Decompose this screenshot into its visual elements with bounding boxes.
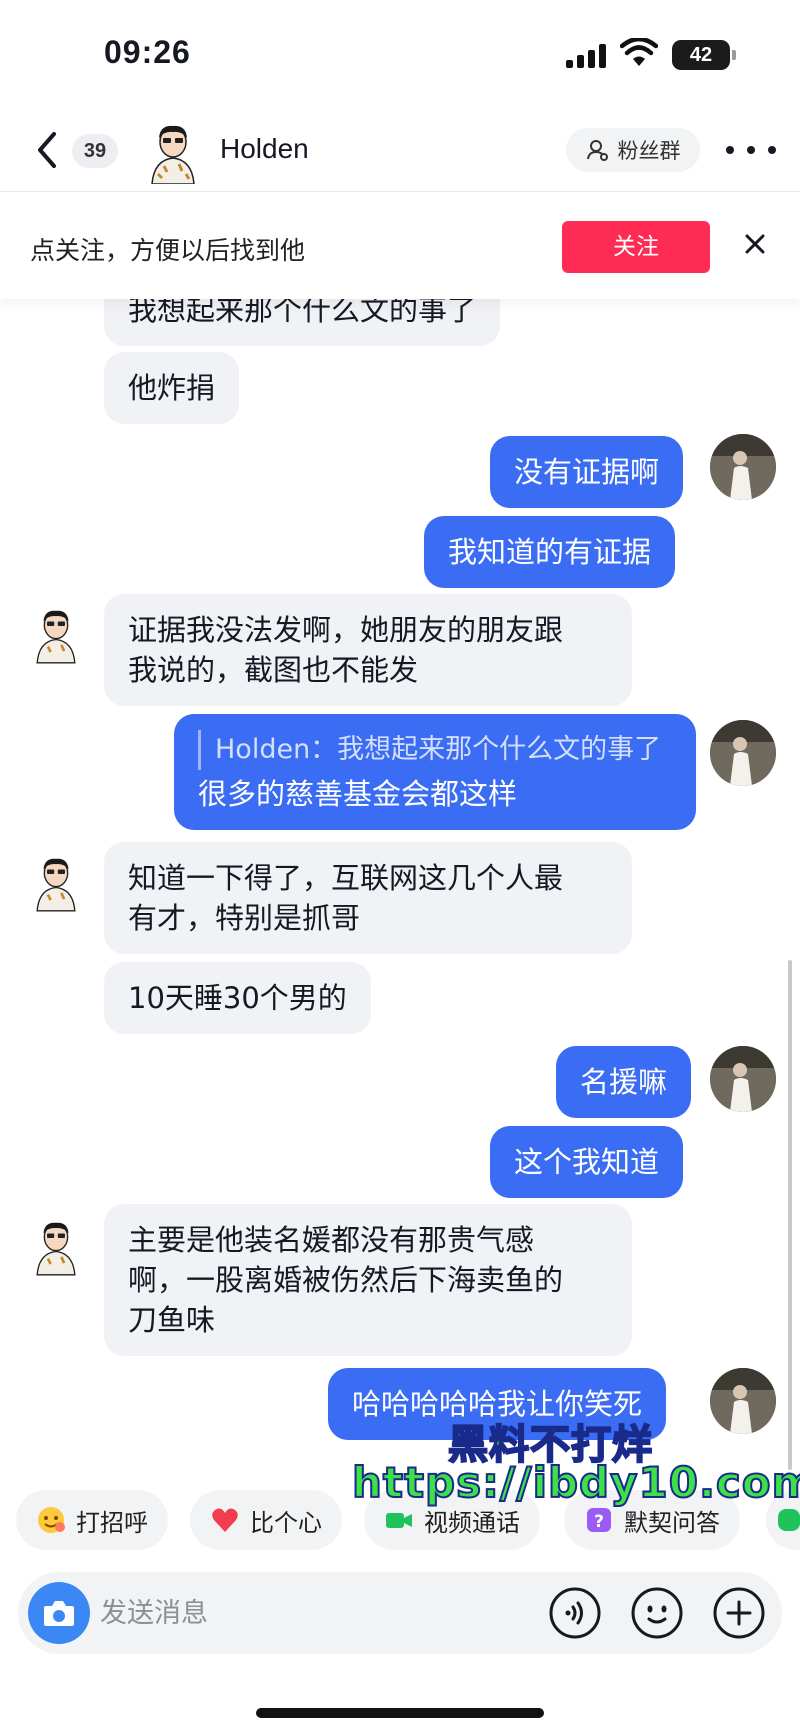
contact-avatar[interactable] (144, 122, 202, 184)
contact-avatar[interactable] (30, 604, 82, 666)
camera-icon (44, 1601, 74, 1626)
message-line: 刀鱼味 (128, 1303, 216, 1337)
incoming-message[interactable]: 知道一下得了，互联网这几个人最 有才，特别是抓哥 (104, 842, 632, 954)
home-indicator[interactable] (256, 1708, 544, 1718)
follow-banner: 点关注，方便以后找到他 关注 (0, 193, 800, 299)
contact-avatar[interactable] (30, 1216, 82, 1278)
camera-button[interactable] (28, 1582, 90, 1644)
outgoing-message[interactable]: Holden：我想起来那个什么文的事了 很多的慈善基金会都这样 (174, 714, 696, 830)
quoted-message[interactable]: Holden：我想起来那个什么文的事了 (198, 730, 672, 770)
chat-header: 39 Holden 粉丝群 (0, 110, 800, 192)
emoji-icon[interactable] (630, 1586, 684, 1640)
person-photo-icon (710, 720, 776, 786)
contact-avatar[interactable] (30, 852, 82, 914)
green-chat-icon (778, 1509, 800, 1531)
follow-button[interactable]: 关注 (562, 221, 710, 273)
message-line: 主要是他装名媛都没有那贵气感 (128, 1223, 535, 1257)
more-options-icon[interactable] (726, 132, 776, 168)
unread-count-badge[interactable]: 39 (72, 134, 118, 168)
quiz-icon: ? (587, 1508, 611, 1532)
close-icon[interactable] (740, 229, 770, 259)
voice-message-icon[interactable] (548, 1586, 602, 1640)
message-composer (18, 1572, 782, 1654)
add-icon[interactable] (712, 1586, 766, 1640)
group-icon (586, 140, 608, 161)
wifi-icon (620, 38, 658, 66)
message-line: 有才，特别是抓哥 (128, 901, 361, 935)
quick-reply-greet[interactable]: 打招呼 (16, 1490, 168, 1550)
cellular-signal-icon (566, 44, 608, 68)
incoming-message[interactable]: 证据我没法发啊，她朋友的朋友跟 我说的，截图也不能发 (104, 594, 632, 706)
outgoing-message[interactable]: 我知道的有证据 (424, 516, 676, 588)
battery-cap (732, 50, 736, 60)
incoming-message[interactable]: 主要是他装名媛都没有那贵气感 啊，一股离婚被伤然后下海卖鱼的 刀鱼味 (104, 1204, 632, 1356)
video-call-icon (386, 1513, 412, 1528)
message-line: 证据我没法发啊，她朋友的朋友跟 (128, 613, 564, 647)
outgoing-message[interactable]: 这个我知道 (490, 1126, 684, 1198)
follow-prompt-text: 点关注，方便以后找到他 (30, 236, 306, 265)
person-photo-icon (710, 1046, 776, 1112)
scrollbar[interactable] (788, 960, 792, 1470)
fans-group-button[interactable]: 粉丝群 (566, 128, 700, 172)
back-arrow-icon[interactable] (28, 128, 68, 172)
person-photo-icon (710, 434, 776, 500)
incoming-message[interactable]: 10天睡30个男的 (104, 962, 371, 1034)
quick-reply-label: 比个心 (250, 1508, 322, 1537)
quick-reply-heart[interactable]: 比个心 (190, 1490, 342, 1550)
message-line: 我说的，截图也不能发 (128, 653, 419, 687)
message-line: 知道一下得了，互联网这几个人最 (128, 861, 564, 895)
outgoing-message[interactable]: 名援嘛 (556, 1046, 692, 1118)
my-avatar[interactable] (710, 720, 776, 786)
outgoing-message[interactable]: 没有证据啊 (490, 436, 684, 508)
wave-emoji-icon (38, 1507, 65, 1533)
watermark-url: https://ibdy10.com (351, 1457, 800, 1508)
svg-text:?: ? (594, 1512, 604, 1532)
message-line: 啊，一股离婚被伤然后下海卖鱼的 (128, 1263, 564, 1297)
person-photo-icon (710, 1368, 776, 1434)
my-avatar[interactable] (710, 1368, 776, 1434)
status-time: 09:26 (104, 34, 191, 70)
message-input[interactable] (100, 1592, 480, 1634)
my-avatar[interactable] (710, 434, 776, 500)
quick-reply-label: 默契问答 (624, 1508, 720, 1537)
incoming-message[interactable]: 他炸捐 (104, 352, 240, 424)
my-avatar[interactable] (710, 1046, 776, 1112)
status-bar: 09:26 42 (0, 0, 800, 110)
quick-reply-label: 视频通话 (424, 1508, 520, 1537)
battery-indicator: 42 (672, 40, 730, 70)
message-line: 很多的慈善基金会都这样 (198, 777, 518, 811)
message-list[interactable]: 我想起来那个什么文的事了 他炸捐 没有证据啊 我知道的有证据 证据我没法发啊，她… (0, 260, 800, 1480)
contact-name[interactable]: Holden (220, 133, 309, 165)
heart-icon (212, 1508, 238, 1532)
fans-group-label: 粉丝群 (617, 139, 681, 163)
quick-reply-label: 打招呼 (76, 1508, 148, 1537)
